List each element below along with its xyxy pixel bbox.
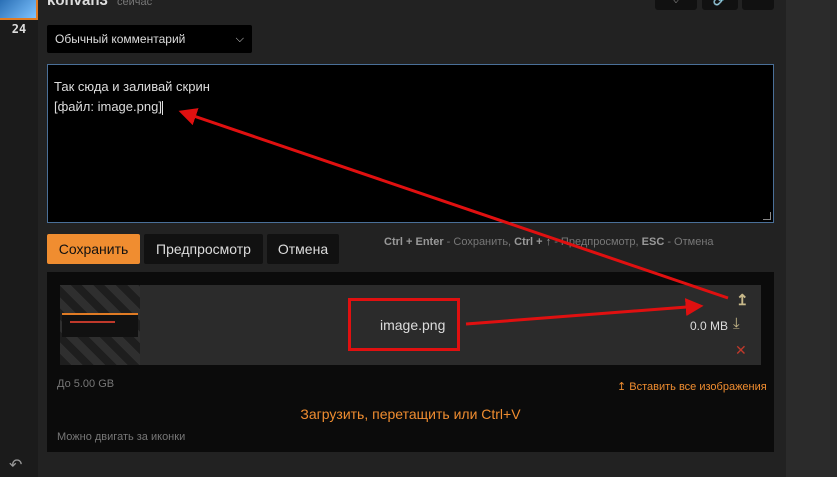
arrow-to-insert [465, 298, 704, 326]
annotation-arrows [178, 108, 729, 326]
arrow-to-editor [178, 108, 729, 300]
